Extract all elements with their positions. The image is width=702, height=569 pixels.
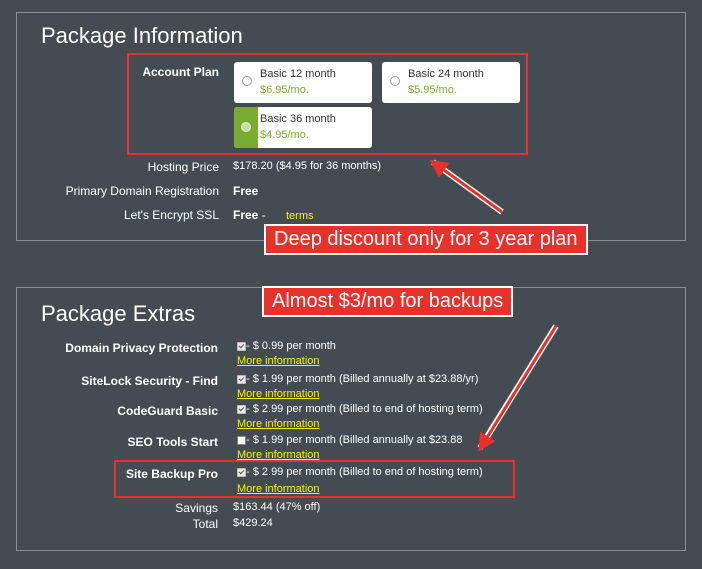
annotation-arrows [429, 159, 559, 452]
backups-arrow [478, 325, 558, 452]
discount-arrow [429, 159, 503, 214]
